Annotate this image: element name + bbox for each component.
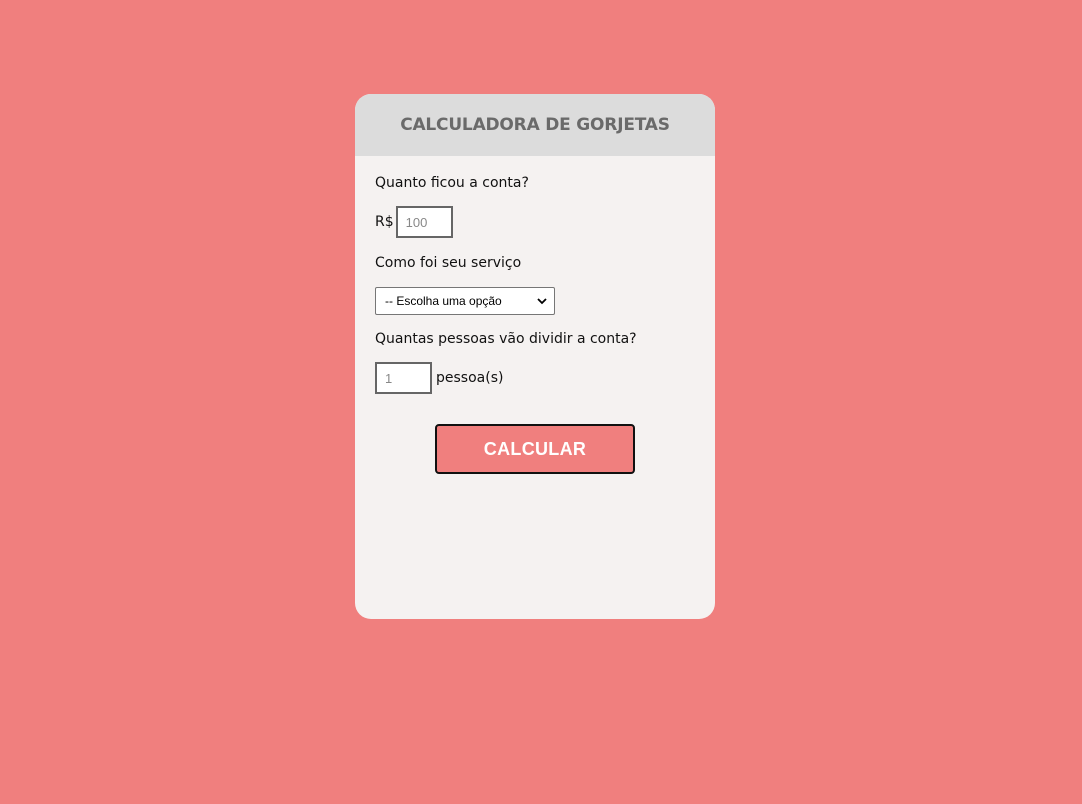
people-count-input[interactable] bbox=[375, 362, 432, 394]
button-row: CALCULAR bbox=[375, 424, 695, 474]
bill-amount-input[interactable] bbox=[395, 206, 453, 238]
bill-label: Quanto ficou a conta? bbox=[375, 175, 529, 191]
calculate-button[interactable]: CALCULAR bbox=[435, 424, 635, 474]
card-body: Quanto ficou a conta? R$ Como foi seu se… bbox=[355, 156, 715, 474]
currency-label: R$ bbox=[375, 214, 394, 230]
people-row: pessoa(s) bbox=[375, 362, 695, 394]
service-select-value: -- Escolha uma opção bbox=[385, 294, 502, 308]
people-label: Quantas pessoas vão dividir a conta? bbox=[375, 331, 637, 347]
service-label: Como foi seu serviço bbox=[375, 255, 522, 271]
page-title: CALCULADORA DE GORJETAS bbox=[400, 115, 670, 135]
people-suffix: pessoa(s) bbox=[436, 370, 504, 386]
tip-calculator-card: CALCULADORA DE GORJETAS Quanto ficou a c… bbox=[355, 94, 715, 619]
chevron-down-icon bbox=[537, 298, 547, 305]
service-row: -- Escolha uma opção bbox=[375, 287, 695, 315]
card-header: CALCULADORA DE GORJETAS bbox=[355, 94, 715, 156]
service-select[interactable]: -- Escolha uma opção bbox=[375, 287, 555, 315]
bill-row: R$ bbox=[375, 206, 695, 238]
